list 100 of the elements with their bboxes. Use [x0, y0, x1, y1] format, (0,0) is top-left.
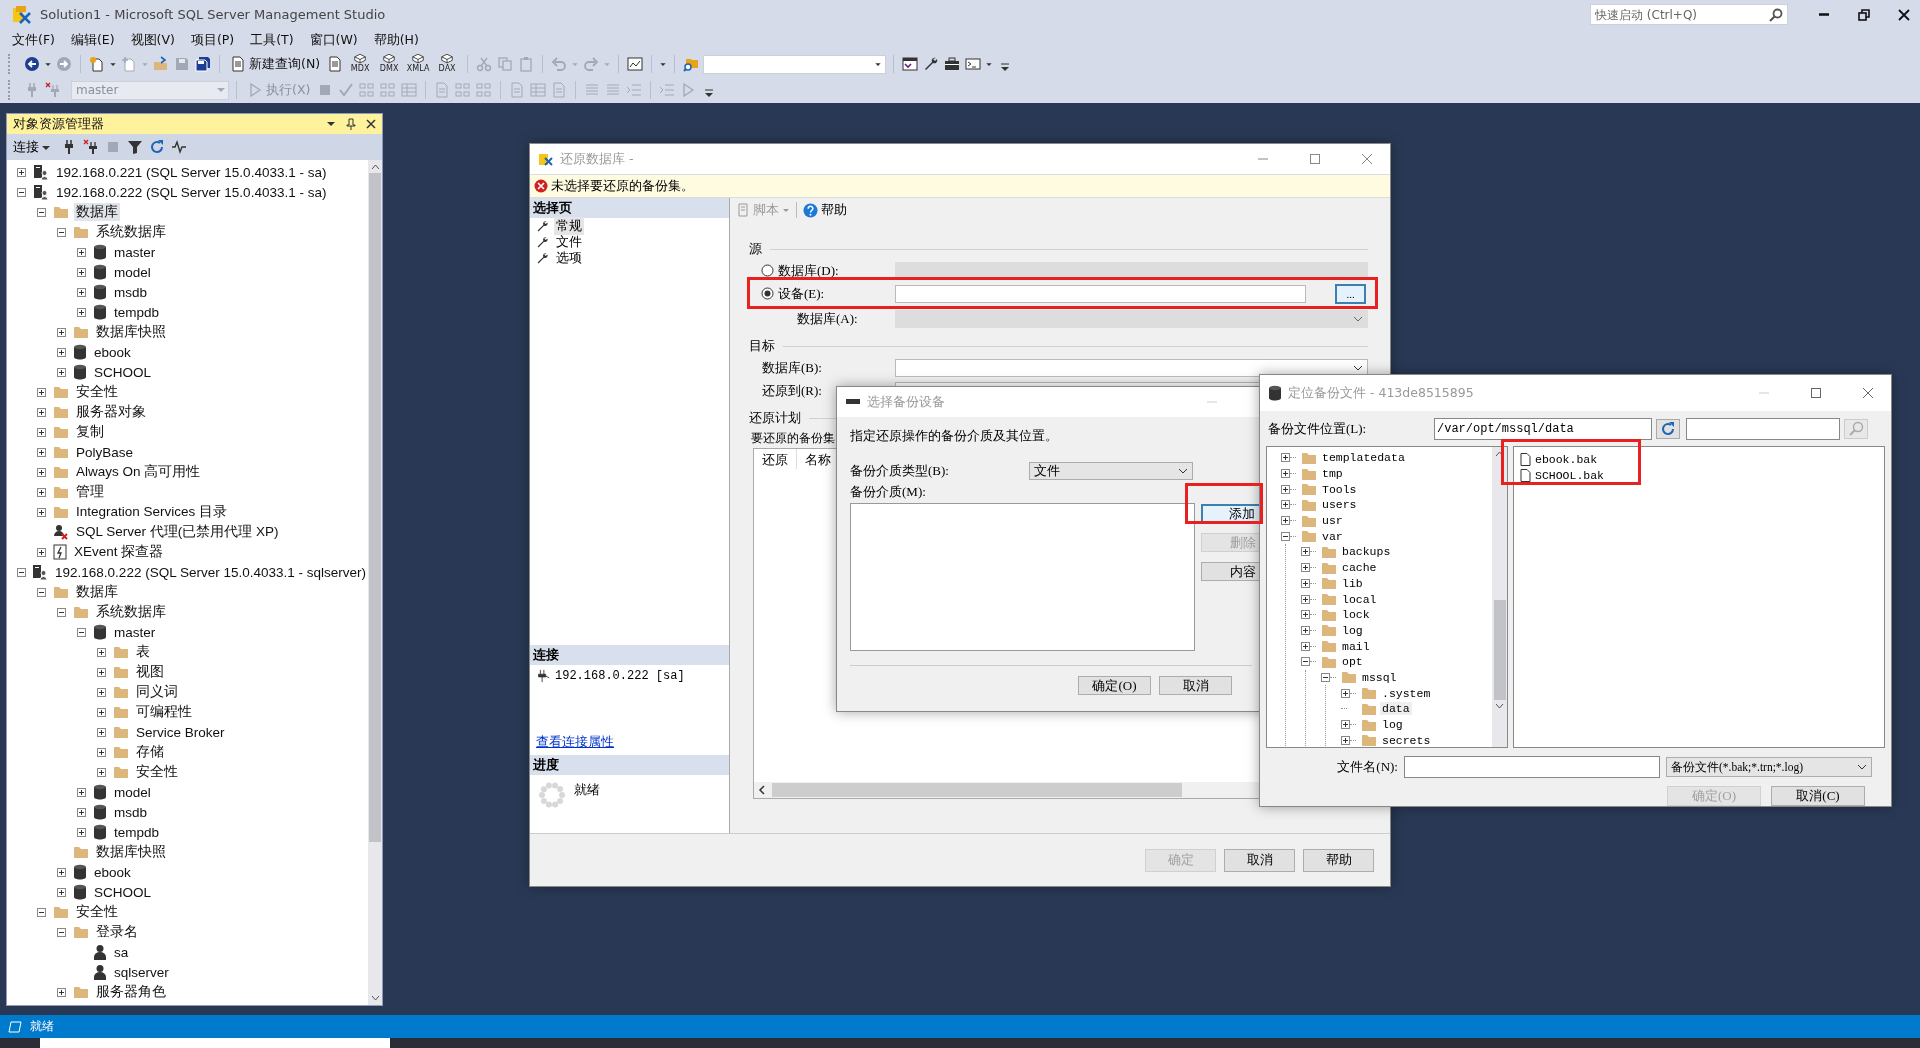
menu-item[interactable]: 视图(V)	[122, 29, 183, 51]
folder-item[interactable]: Tools	[1320, 482, 1359, 496]
tree-item[interactable]: msdb	[112, 804, 149, 820]
tree-item[interactable]: 同义词	[134, 683, 180, 701]
dialog-button[interactable]: 内容	[1201, 562, 1261, 581]
folder-item[interactable]: cache	[1340, 561, 1379, 575]
tree-item[interactable]: 安全性	[74, 903, 120, 921]
folder-item[interactable]: users	[1320, 498, 1359, 512]
folder-item[interactable]: lock	[1340, 608, 1372, 622]
tree-item[interactable]: 安全性	[134, 763, 180, 781]
tree-item[interactable]: tempdb	[112, 304, 162, 320]
tree-item[interactable]: ebook	[92, 344, 133, 360]
tree-item[interactable]: 数据库快照	[94, 323, 168, 341]
folder-item[interactable]: tmp	[1320, 467, 1345, 481]
tree-item[interactable]: XEvent 探查器	[72, 543, 166, 561]
radio-button[interactable]: 数据库(D):	[749, 261, 895, 280]
query-type-button[interactable]: DAX	[434, 53, 461, 75]
page-link[interactable]: 常规	[554, 217, 584, 235]
file-item[interactable]: ebook.bak	[1535, 452, 1598, 466]
tree-item[interactable]: 服务器角色	[94, 983, 168, 1001]
file-type-combo[interactable]: 备份文件(*.bak;*.trn;*.log)	[1666, 757, 1872, 777]
folder-item[interactable]: lib	[1340, 576, 1365, 590]
tree-item[interactable]: 安全性	[74, 383, 120, 401]
quick-launch-field[interactable]: 快速启动 (Ctrl+Q)	[1590, 4, 1788, 25]
query-type-button[interactable]: MDX	[347, 53, 374, 75]
browse-button[interactable]: ...	[1335, 283, 1366, 304]
folder-item[interactable]: log	[1340, 623, 1365, 637]
menu-item[interactable]: 编辑(E)	[62, 29, 123, 51]
menu-item[interactable]: 窗口(W)	[301, 29, 366, 51]
query-type-button[interactable]: DMX	[376, 53, 403, 75]
folder-item[interactable]: local	[1340, 592, 1379, 606]
connection-properties-link[interactable]: 查看连接属性	[530, 733, 614, 755]
tree-item[interactable]: SQL Server 代理(已禁用代理 XP)	[74, 523, 281, 541]
folder-item[interactable]: usr	[1320, 514, 1345, 528]
tree-item[interactable]: 数据库	[74, 583, 120, 601]
page-link[interactable]: 文件	[554, 233, 584, 251]
tree-item[interactable]: sa	[112, 944, 131, 960]
folder-item[interactable]: log	[1380, 718, 1405, 732]
tree-item[interactable]: 192.168.0.222 (SQL Server 15.0.4033.1 - sa)	[54, 184, 329, 200]
folder-item[interactable]: .system	[1380, 686, 1433, 700]
location-field[interactable]: /var/opt/mssql/data	[1434, 417, 1652, 440]
section-header: 进度	[530, 755, 729, 775]
folder-item[interactable]: mail	[1340, 639, 1372, 653]
folder-item[interactable]: var	[1320, 529, 1345, 543]
media-type-combo[interactable]: 文件	[1029, 462, 1193, 480]
tree-item[interactable]: Always On 高可用性	[74, 463, 203, 481]
dialog-button[interactable]: 确定(O)	[1078, 676, 1151, 695]
tree-item[interactable]: tempdb	[112, 824, 162, 840]
tree-item[interactable]: 系统数据库	[94, 603, 168, 621]
folder-item[interactable]: data	[1380, 702, 1412, 716]
tree-item[interactable]: model	[112, 784, 153, 800]
file-item[interactable]: SCHOOL.bak	[1535, 468, 1604, 482]
menu-item[interactable]: 工具(T)	[242, 29, 302, 51]
tree-item[interactable]: master	[112, 244, 158, 260]
tree-item[interactable]: 数据库快照	[94, 843, 168, 861]
folder-item[interactable]: backups	[1340, 545, 1393, 559]
tree-item[interactable]: 管理	[74, 483, 106, 501]
field-label: 备份介质(M):	[850, 483, 927, 501]
dialog-button[interactable]: 取消	[1159, 676, 1232, 695]
tree-item[interactable]: sqlserver	[112, 964, 171, 980]
tree-item[interactable]: 表	[134, 643, 152, 661]
tree-item[interactable]: ebook	[92, 864, 133, 880]
page-link[interactable]: 选项	[554, 249, 584, 267]
tree-item[interactable]: Integration Services 目录	[74, 503, 230, 521]
tree-item[interactable]: 服务器对象	[74, 403, 148, 421]
tree-item[interactable]: msdb	[112, 284, 149, 300]
menu-item[interactable]: 项目(P)	[182, 29, 243, 51]
folder-item[interactable]: secrets	[1380, 733, 1433, 747]
folder-item[interactable]: templatedata	[1320, 451, 1407, 465]
folder-item[interactable]: opt	[1340, 655, 1365, 669]
tree-item[interactable]: 192.168.0.221 (SQL Server 15.0.4033.1 - sa)	[54, 164, 329, 180]
column-header[interactable]: 还原	[754, 449, 797, 469]
dialog-button[interactable]: 取消(C)	[1771, 786, 1865, 806]
dialog-button[interactable]: 取消	[1224, 848, 1295, 872]
folder-item[interactable]: mssql	[1360, 670, 1399, 684]
tree-item[interactable]: 192.168.0.222 (SQL Server 15.0.4033.1 - sqlserver)	[53, 564, 368, 580]
connect-button[interactable]: 连接	[13, 138, 50, 156]
tree-item[interactable]: 存储	[134, 743, 166, 761]
query-type-button[interactable]: XMLA	[405, 53, 432, 75]
tree-item[interactable]: 复制	[74, 423, 106, 441]
dialog-button[interactable]: 帮助	[1303, 848, 1374, 872]
tree-item[interactable]: 可编程性	[134, 703, 194, 721]
tree-item[interactable]: master	[112, 624, 158, 640]
help-button[interactable]: 帮助	[803, 201, 847, 219]
tree-item[interactable]: SCHOOL	[92, 364, 153, 380]
group-label: 还原计划	[749, 409, 801, 427]
group-label: 目标	[749, 337, 775, 355]
tree-item[interactable]: Service Broker	[134, 724, 227, 740]
tree-item[interactable]: 系统数据库	[94, 223, 168, 241]
menu-item[interactable]: 帮助(H)	[365, 29, 427, 51]
menu-item[interactable]: 文件(F)	[4, 29, 63, 51]
tree-item[interactable]: 视图	[134, 663, 166, 681]
radio-button[interactable]: 设备(E):	[749, 284, 895, 303]
tree-item[interactable]: PolyBase	[74, 444, 136, 460]
tree-item[interactable]: 登录名	[94, 923, 140, 941]
tree-item[interactable]: model	[112, 264, 153, 280]
new-query-button[interactable]: 新建查询(N)	[227, 55, 324, 73]
tree-item[interactable]: 数据库	[74, 203, 120, 221]
tree-item[interactable]: SCHOOL	[92, 884, 153, 900]
field-label: 文件名(N):	[1336, 758, 1398, 776]
